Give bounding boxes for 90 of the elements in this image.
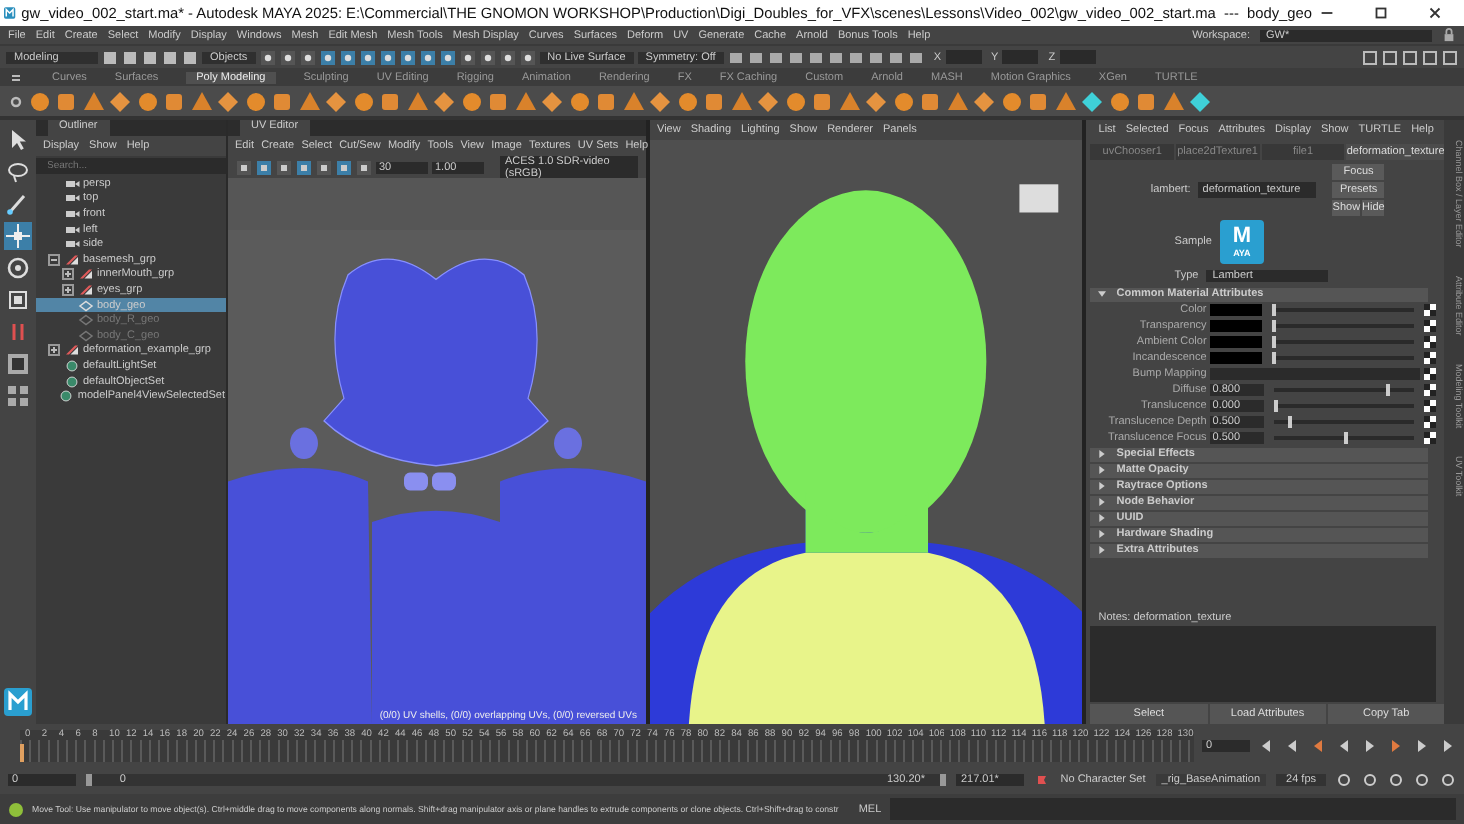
notes-field[interactable] — [1090, 626, 1437, 702]
step-forward-icon[interactable] — [1414, 737, 1430, 753]
go-to-start-icon[interactable] — [1258, 737, 1274, 753]
tool-icon[interactable] — [810, 89, 834, 113]
tool-icon[interactable] — [351, 89, 375, 113]
snap-tool-icon[interactable] — [359, 49, 376, 65]
expand-icon[interactable] — [61, 283, 73, 296]
gear-icon[interactable] — [8, 93, 24, 109]
expand-icon[interactable] — [61, 268, 73, 281]
transform-input-field[interactable] — [1059, 50, 1096, 64]
collapse-arrow-icon[interactable] — [1098, 290, 1107, 298]
expand-arrow-icon[interactable] — [1098, 482, 1107, 490]
go-to-end-icon[interactable] — [1440, 737, 1456, 753]
tool-icon[interactable] — [135, 89, 159, 113]
snap-tool-icon[interactable] — [519, 49, 536, 65]
tool-icon[interactable] — [27, 89, 51, 113]
tool-icon[interactable] — [486, 89, 510, 113]
current-frame-marker[interactable] — [20, 743, 24, 761]
expand-arrow-icon[interactable] — [1098, 450, 1107, 458]
slider-handle[interactable] — [1274, 400, 1279, 412]
slider-handle[interactable] — [1344, 432, 1349, 444]
tool-icon[interactable] — [459, 89, 483, 113]
tool-icon[interactable] — [594, 89, 618, 113]
close-icon[interactable] — [1426, 4, 1444, 22]
expand-arrow-icon[interactable] — [1098, 530, 1107, 538]
tool-icon[interactable] — [270, 89, 294, 113]
slider-handle[interactable] — [1272, 352, 1277, 364]
tool-icon[interactable] — [999, 89, 1023, 113]
expand-arrow-icon[interactable] — [1098, 514, 1107, 522]
tool-icon[interactable] — [162, 89, 186, 113]
tool-icon[interactable] — [54, 89, 78, 113]
tool-icon[interactable] — [1026, 89, 1050, 113]
snap-tool-icon[interactable] — [319, 49, 336, 65]
scale-tool-icon[interactable] — [3, 286, 32, 314]
color-swatch[interactable] — [1210, 320, 1263, 332]
snap-tool-icon[interactable] — [279, 49, 296, 65]
slider-handle[interactable] — [1272, 304, 1277, 316]
snap-tool-icon[interactable] — [499, 49, 516, 65]
slider-handle[interactable] — [1288, 416, 1293, 428]
step-back-key-icon[interactable] — [1310, 737, 1326, 753]
step-back-icon[interactable] — [1284, 737, 1300, 753]
group-icon — [63, 344, 79, 357]
snap-tool-icon[interactable] — [399, 49, 416, 65]
menu-icon[interactable] — [8, 69, 24, 85]
snap-tool-icon[interactable] — [439, 49, 456, 65]
color-swatch[interactable] — [1210, 352, 1263, 364]
tool-icon[interactable] — [918, 89, 942, 113]
play-forward-icon[interactable] — [1362, 737, 1378, 753]
slider-handle[interactable] — [1272, 336, 1277, 348]
tool-icon[interactable] — [567, 89, 591, 113]
snap-tool-icon[interactable] — [479, 49, 496, 65]
expand-arrow-icon[interactable] — [1098, 546, 1107, 554]
tool-icon[interactable] — [1107, 89, 1131, 113]
map-field[interactable] — [1210, 367, 1421, 381]
transform-input-field[interactable] — [945, 50, 982, 64]
tool-icon[interactable] — [783, 89, 807, 113]
snap-tool-icon[interactable] — [459, 49, 476, 65]
tool-icon[interactable] — [378, 89, 402, 113]
tool-icon[interactable] — [891, 89, 915, 113]
expand-icon[interactable] — [47, 344, 59, 357]
color-swatch[interactable] — [1210, 304, 1263, 316]
snap-tool-icon[interactable] — [419, 49, 436, 65]
view-cube-icon[interactable] — [1018, 184, 1058, 213]
snap-tool-icon[interactable] — [259, 49, 276, 65]
transform-input-field[interactable] — [1002, 50, 1039, 64]
slider-handle[interactable] — [1272, 320, 1277, 332]
help-icon — [8, 801, 24, 817]
step-forward-key-icon[interactable] — [1388, 737, 1404, 753]
move-tool-icon[interactable] — [3, 222, 32, 250]
snap-tool-icon[interactable] — [339, 49, 356, 65]
snap-tool-icon[interactable] — [299, 49, 316, 65]
expand-arrow-icon[interactable] — [1098, 498, 1107, 506]
lock-icon[interactable] — [1442, 28, 1456, 42]
tool-icon[interactable] — [702, 89, 726, 113]
key-icon[interactable] — [1034, 772, 1051, 788]
layout-icon[interactable] — [3, 350, 32, 378]
tool-icon[interactable] — [1134, 89, 1158, 113]
tool-icon[interactable] — [243, 89, 267, 113]
maximize-icon[interactable] — [1372, 4, 1390, 22]
slider-handle[interactable] — [1386, 384, 1391, 396]
collapse-icon[interactable] — [47, 253, 59, 266]
expand-arrow-icon[interactable] — [1098, 466, 1107, 474]
layout-icon[interactable] — [3, 382, 32, 410]
play-backward-icon[interactable] — [1336, 737, 1352, 753]
color-swatch[interactable] — [1210, 336, 1263, 348]
app-logo-icon[interactable] — [3, 688, 32, 716]
tool-icon[interactable] — [675, 89, 699, 113]
rotate-tool-icon[interactable] — [3, 254, 32, 282]
lasso-tool-icon[interactable] — [3, 158, 32, 186]
snap-tool-icon[interactable] — [379, 49, 396, 65]
